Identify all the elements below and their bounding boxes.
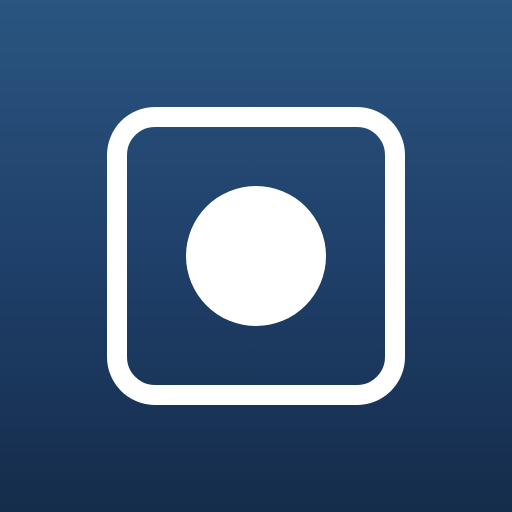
app-icon[interactable]	[0, 0, 512, 512]
center-dot	[186, 186, 326, 326]
record-button-icon	[107, 107, 405, 405]
